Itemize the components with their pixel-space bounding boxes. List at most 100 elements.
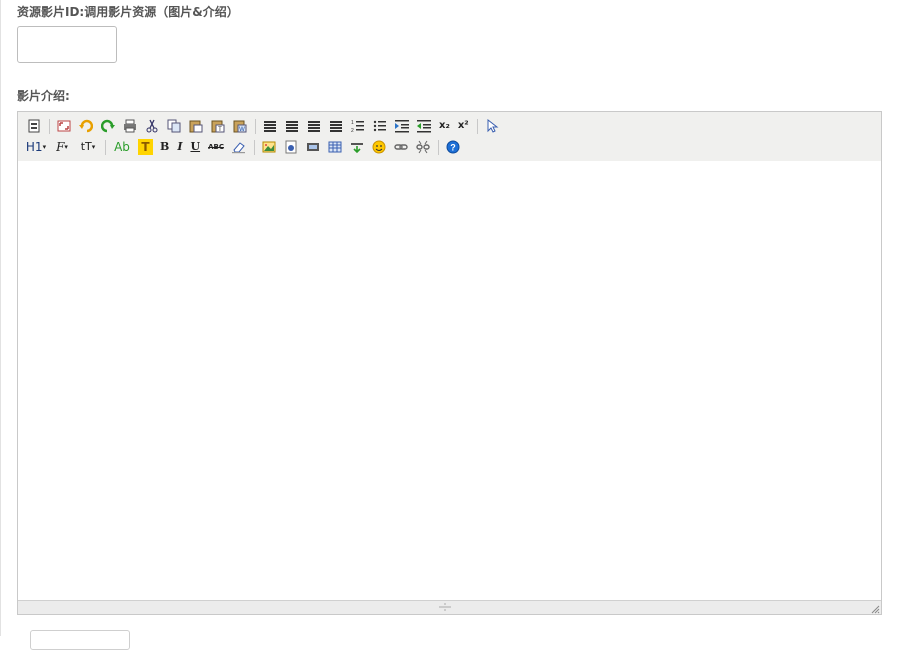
bold-icon: B: [160, 140, 170, 153]
insert-horizontal-rule-button[interactable]: [349, 139, 365, 155]
superscript-icon: x²: [457, 120, 469, 131]
cursor-arrow-icon: [487, 119, 499, 133]
chevron-down-icon: ▾: [64, 143, 68, 151]
redo-button[interactable]: [100, 118, 116, 134]
paste-word-icon: W: [233, 120, 247, 133]
editor-statusbar: [18, 600, 881, 614]
align-right-button[interactable]: [306, 118, 322, 134]
unordered-list-icon: [373, 120, 386, 132]
paste-text-icon: T: [211, 120, 225, 133]
subscript-button[interactable]: x₂: [438, 118, 451, 134]
align-right-icon: [308, 120, 320, 132]
toolbar-separator: [49, 118, 50, 134]
font-color-icon: Ab: [114, 140, 130, 154]
unlink-icon: [416, 140, 430, 154]
paste-text-button[interactable]: T: [210, 118, 226, 134]
cut-button[interactable]: [144, 118, 160, 134]
font-family-icon: F: [56, 140, 65, 154]
insert-table-button[interactable]: [327, 139, 343, 155]
select-all-button[interactable]: [484, 118, 500, 134]
font-family-dropdown[interactable]: F ▾: [52, 139, 72, 155]
align-left-icon: [264, 120, 276, 132]
svg-text:2: 2: [351, 128, 354, 133]
svg-text:W: W: [239, 127, 245, 133]
table-icon: [328, 141, 342, 153]
undo-button[interactable]: [78, 118, 94, 134]
toolbar-separator: [253, 139, 255, 155]
align-center-button[interactable]: [284, 118, 300, 134]
align-left-button[interactable]: [262, 118, 278, 134]
help-icon: ?: [446, 140, 460, 154]
unordered-list-button[interactable]: [372, 118, 388, 134]
strikethrough-button[interactable]: ABC: [207, 139, 225, 155]
unlink-button[interactable]: [415, 139, 431, 155]
remove-format-button[interactable]: [231, 139, 247, 155]
help-button[interactable]: ?: [445, 139, 461, 155]
source-icon: [28, 119, 40, 133]
fullscreen-button[interactable]: [56, 118, 72, 134]
indent-button[interactable]: [394, 118, 410, 134]
highlight-button[interactable]: T: [138, 139, 153, 155]
underline-button[interactable]: U: [189, 139, 201, 155]
bold-button[interactable]: B: [159, 139, 170, 155]
heading-dropdown[interactable]: H1 ▾: [26, 139, 46, 155]
undo-icon: [79, 119, 93, 133]
print-button[interactable]: [122, 118, 138, 134]
font-size-icon: tT: [80, 140, 92, 153]
svg-text:1: 1: [351, 120, 354, 126]
insert-flash-button[interactable]: [283, 139, 299, 155]
insert-image-button[interactable]: [261, 139, 277, 155]
toolbar-row-1: T W 12 x₂ x²: [26, 116, 506, 136]
resize-handle-icon[interactable]: [438, 603, 452, 611]
toolbar-separator: [476, 118, 478, 134]
font-color-button[interactable]: Ab: [112, 139, 132, 155]
resize-corner-icon[interactable]: [870, 604, 880, 614]
toolbar-separator: [255, 118, 256, 134]
italic-icon: I: [177, 140, 183, 153]
ordered-list-button[interactable]: 12: [350, 118, 366, 134]
copy-icon: [167, 119, 181, 133]
link-icon: [394, 144, 408, 150]
underline-icon: U: [190, 140, 201, 153]
submit-button[interactable]: [30, 630, 130, 650]
image-icon: [262, 141, 276, 153]
toolbar-separator: [105, 139, 106, 155]
chevron-down-icon: ▾: [91, 143, 96, 151]
toolbar-row-2: H1 ▾ F ▾ tT ▾ Ab T B I U ABC ?: [26, 137, 467, 157]
insert-emoticon-button[interactable]: [371, 139, 387, 155]
paste-word-button[interactable]: W: [232, 118, 248, 134]
printer-icon: [124, 119, 136, 133]
svg-text:T: T: [218, 127, 222, 133]
align-justify-button[interactable]: [328, 118, 344, 134]
align-center-icon: [286, 120, 298, 132]
copy-button[interactable]: [166, 118, 182, 134]
smiley-icon: [372, 140, 386, 154]
superscript-button[interactable]: x²: [457, 118, 470, 134]
indent-icon: [395, 120, 409, 133]
highlight-icon: T: [141, 140, 150, 154]
paste-button[interactable]: [188, 118, 204, 134]
insert-link-button[interactable]: [393, 139, 409, 155]
insert-media-button[interactable]: [305, 139, 321, 155]
italic-button[interactable]: I: [176, 139, 183, 155]
font-size-dropdown[interactable]: tT ▾: [78, 139, 98, 155]
intro-label: 影片介绍:: [17, 89, 70, 103]
heading-icon: H1: [25, 140, 43, 154]
redo-icon: [101, 119, 115, 133]
media-icon: [306, 143, 319, 151]
subscript-icon: x₂: [439, 120, 450, 131]
editor-content-area[interactable]: [18, 161, 881, 601]
svg-text:?: ?: [450, 143, 456, 153]
resource-id-input[interactable]: [17, 26, 117, 63]
scissors-icon: [146, 119, 158, 133]
outdent-button[interactable]: [416, 118, 432, 134]
paste-icon: [189, 120, 203, 133]
fullscreen-icon: [57, 120, 71, 132]
align-justify-icon: [330, 120, 342, 132]
outdent-icon: [417, 120, 431, 133]
resource-id-label: 资源影片ID:调用影片资源（图片&介绍）: [17, 5, 239, 19]
eraser-icon: [231, 142, 245, 154]
page-left-border: [0, 0, 1, 636]
ordered-list-icon: 12: [351, 120, 364, 133]
source-code-button[interactable]: [26, 118, 42, 134]
